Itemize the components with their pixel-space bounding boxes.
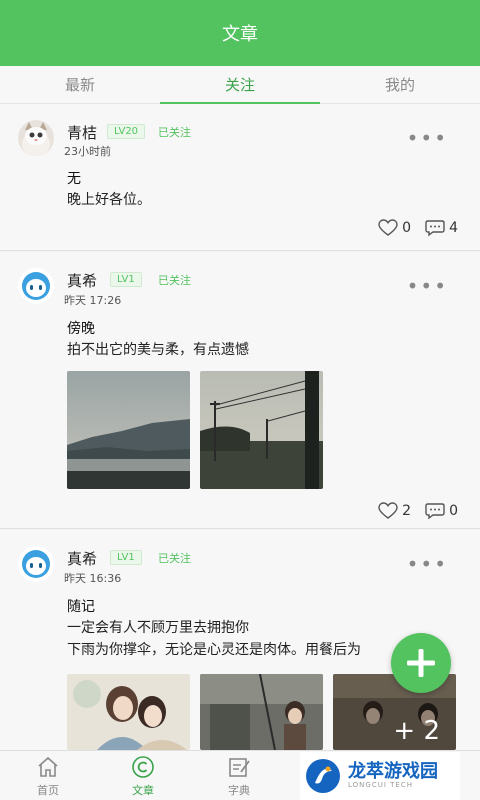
follow-status[interactable]: 已关注	[158, 550, 191, 566]
post-time: 23小时前	[64, 145, 111, 158]
comment-count: 0	[449, 503, 458, 519]
like-button[interactable]: 2	[378, 502, 411, 520]
comment-button[interactable]: 0	[425, 502, 458, 520]
post-image[interactable]	[67, 371, 190, 489]
tab-following-label: 关注	[224, 76, 255, 94]
add-post-button[interactable]	[391, 633, 451, 693]
watermark-name: 龙萃游戏园	[348, 761, 438, 782]
more-images-count[interactable]: + 2	[393, 716, 440, 746]
nav-dictionary[interactable]: 字典	[204, 755, 274, 798]
top-bar: 文章	[0, 0, 480, 66]
post-title: 随记	[67, 599, 95, 615]
watermark-subtitle: LONGCUI TECH	[348, 781, 413, 789]
post-stats: 2 0	[364, 502, 458, 520]
post-body-line: 下雨为你撑伞，无论是心灵还是肉体。用餐后为	[67, 642, 361, 658]
post-card[interactable]: 真希 LV1 已关注 昨天 17:26 ••• 傍晚 拍不出它的美与柔，有点遗憾	[0, 252, 480, 529]
level-badge: LV1	[110, 272, 142, 287]
post-body: 晚上好各位。	[67, 189, 151, 211]
like-count: 2	[402, 503, 412, 519]
watermark: 龙萃游戏园 LONGCUI TECH	[300, 752, 460, 800]
more-options-icon[interactable]: •••	[407, 276, 448, 296]
post-stats: 0 4	[364, 219, 458, 237]
avatar[interactable]	[18, 268, 54, 304]
like-button[interactable]: 0	[378, 219, 411, 237]
tab-latest-label: 最新	[64, 76, 95, 94]
level-badge: LV1	[110, 550, 142, 565]
comment-icon	[425, 503, 445, 520]
tab-following[interactable]: 关注	[160, 66, 320, 104]
heart-icon	[378, 219, 398, 236]
post-image[interactable]	[200, 674, 323, 750]
tab-bar: 最新 关注 我的	[0, 66, 480, 104]
author-name[interactable]: 真希	[67, 548, 97, 569]
more-options-icon[interactable]: •••	[407, 554, 448, 574]
post-title: 傍晚	[67, 321, 95, 337]
nav-home[interactable]: 首页	[13, 755, 83, 798]
avatar[interactable]	[18, 120, 54, 156]
post-body-line: 拍不出它的美与柔，有点遗憾	[67, 342, 249, 358]
plus-icon	[407, 649, 435, 677]
like-count: 0	[402, 220, 412, 236]
post-card[interactable]: 青桔 LV20 已关注 23小时前 ••• 无 晚上好各位。 0 4	[0, 104, 480, 251]
author-name[interactable]: 真希	[67, 270, 97, 291]
post-time: 昨天 17:26	[64, 294, 122, 307]
follow-status[interactable]: 已关注	[158, 124, 191, 140]
comment-button[interactable]: 4	[425, 219, 458, 237]
page-title: 文章	[222, 24, 258, 45]
post-body: 一定会有人不顾万里去拥抱你 下雨为你撑伞，无论是心灵还是肉体。用餐后为	[67, 617, 361, 661]
more-options-icon[interactable]: •••	[407, 128, 448, 148]
tab-mine-label: 我的	[384, 76, 415, 94]
avatar[interactable]	[18, 546, 54, 582]
nav-articles[interactable]: 文章	[108, 755, 178, 798]
level-badge: LV20	[107, 124, 146, 139]
comment-icon	[425, 220, 445, 237]
nav-dictionary-label: 字典	[228, 784, 250, 797]
tab-latest[interactable]: 最新	[0, 66, 160, 103]
home-icon	[38, 756, 58, 777]
nav-home-label: 首页	[37, 784, 59, 797]
comment-count: 4	[449, 220, 458, 236]
heart-icon	[378, 502, 398, 519]
post-image[interactable]	[200, 371, 323, 489]
tab-mine[interactable]: 我的	[320, 66, 480, 103]
post-title: 无	[67, 171, 81, 187]
post-body-line: 晚上好各位。	[67, 192, 151, 208]
post-body-line: 一定会有人不顾万里去拥抱你	[67, 620, 249, 636]
post-time: 昨天 16:36	[64, 572, 122, 585]
post-image[interactable]	[67, 674, 190, 750]
author-name[interactable]: 青桔	[67, 122, 97, 143]
post-body: 拍不出它的美与柔，有点遗憾	[67, 339, 249, 361]
dictionary-icon	[229, 758, 250, 777]
watermark-logo-icon	[306, 759, 340, 793]
follow-status[interactable]: 已关注	[158, 272, 191, 288]
article-icon	[132, 756, 154, 778]
nav-articles-label: 文章	[132, 784, 154, 797]
